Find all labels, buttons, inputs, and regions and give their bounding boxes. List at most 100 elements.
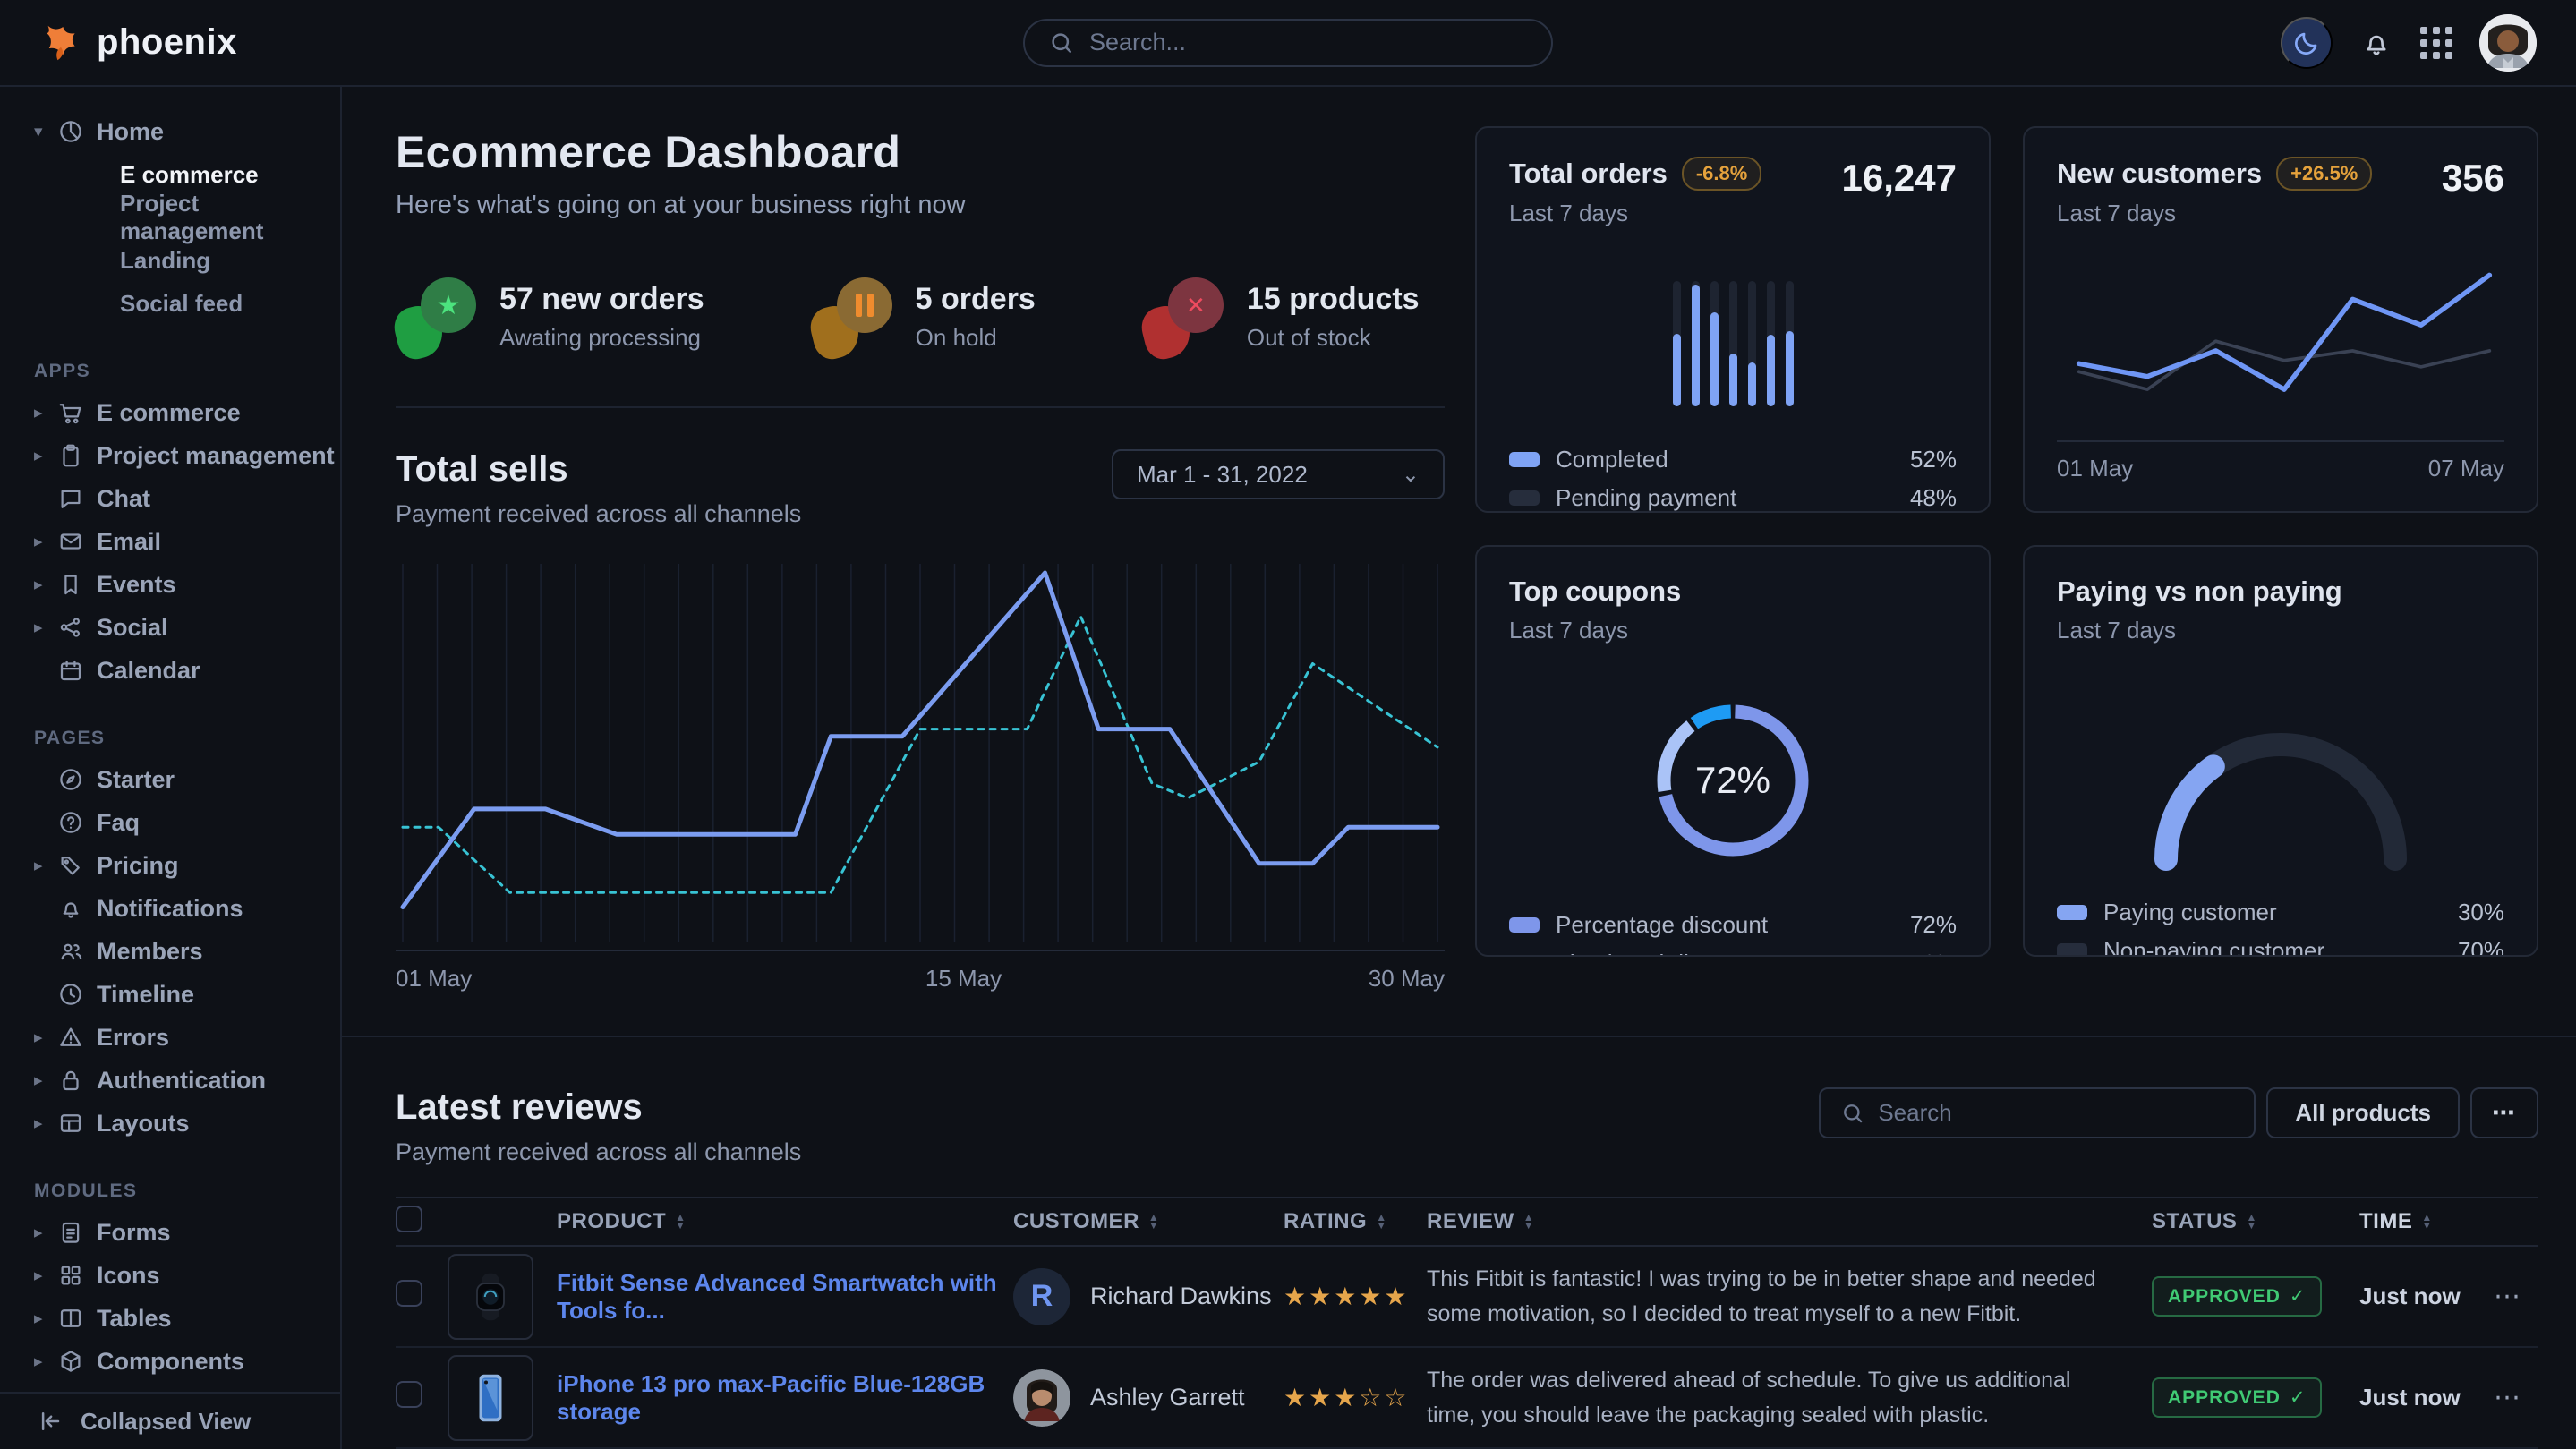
- sidebar-item-e-commerce[interactable]: ▸E commerce: [0, 391, 340, 434]
- new-customers-card: New customers +26.5% Last 7 days 356 01 …: [2023, 126, 2538, 513]
- row-checkbox[interactable]: [396, 1280, 422, 1307]
- row-menu-button[interactable]: ⋯: [2476, 1281, 2521, 1312]
- chevron-down-icon: ⌄: [1402, 462, 1420, 488]
- chevron-icon: ▸: [34, 403, 57, 423]
- customer-avatar[interactable]: [1013, 1369, 1070, 1427]
- column-header-label: REVIEW: [1427, 1209, 1514, 1234]
- envelope-icon: [57, 528, 97, 555]
- notifications-button[interactable]: [2359, 26, 2393, 60]
- status-badge: APPROVED✓: [2152, 1276, 2322, 1317]
- clock-icon: [57, 981, 97, 1008]
- sidebar-item-events[interactable]: ▸Events: [0, 563, 340, 606]
- x-label-end: 07 May: [2428, 455, 2504, 482]
- sidebar-item-pricing[interactable]: ▸Pricing: [0, 844, 340, 887]
- sidebar-item-chat[interactable]: Chat: [0, 477, 340, 520]
- column-header-rating[interactable]: RATING▲▼: [1284, 1209, 1427, 1234]
- legend-swatch: [1509, 956, 1540, 957]
- order-bar: [1786, 281, 1794, 406]
- search-input[interactable]: [1089, 29, 1528, 56]
- sidebar-subitem-project-management[interactable]: Project management: [0, 196, 340, 239]
- sidebar-item-label: Errors: [97, 1024, 169, 1052]
- sidebar-item-home[interactable]: ▾Home: [0, 110, 340, 153]
- user-avatar[interactable]: [2479, 14, 2537, 72]
- lock-icon: [57, 1067, 97, 1094]
- paying-card: Paying vs non paying Last 7 days Paying …: [2023, 545, 2538, 957]
- status-badge: APPROVED✓: [2152, 1377, 2322, 1418]
- customer-avatar[interactable]: R: [1013, 1268, 1070, 1325]
- stat-text: 57 new ordersAwating processing: [499, 282, 704, 352]
- product-link[interactable]: Fitbit Sense Advanced Smartwatch with To…: [557, 1269, 1013, 1325]
- date-range-select[interactable]: Mar 1 - 31, 2022 ⌄: [1112, 449, 1445, 499]
- top-coupons-period: Last 7 days: [1509, 617, 1957, 644]
- share-icon: [57, 614, 97, 641]
- chevron-icon: ▸: [34, 575, 57, 595]
- status-label: APPROVED: [2168, 1286, 2281, 1308]
- all-products-button[interactable]: All products: [2266, 1087, 2460, 1138]
- product-cell: Fitbit Sense Advanced Smartwatch with To…: [448, 1254, 1013, 1340]
- product-thumbnail[interactable]: [448, 1254, 533, 1340]
- stat-red: ✕15 productsOut of stock: [1143, 276, 1420, 358]
- question-icon: [57, 809, 97, 836]
- sidebar-item-notifications[interactable]: Notifications: [0, 887, 340, 930]
- review-cell: The order was delivered ahead of schedul…: [1427, 1363, 2152, 1433]
- stat-green: ★57 new ordersAwating processing: [396, 276, 704, 358]
- column-header-customer[interactable]: CUSTOMER▲▼: [1013, 1209, 1284, 1234]
- chevron-icon: ▸: [34, 1308, 57, 1329]
- main-content: Ecommerce Dashboard Here's what's going …: [342, 87, 2576, 1449]
- table-icon: [57, 1305, 97, 1332]
- apps-grid-button[interactable]: [2420, 27, 2452, 59]
- customer-cell: Ashley Garrett: [1013, 1369, 1284, 1427]
- paying-gauge-chart: [2127, 702, 2435, 872]
- sidebar-item-social[interactable]: ▸Social: [0, 606, 340, 649]
- legend-label: Non-paying customer: [2103, 937, 2324, 957]
- sidebar-item-calendar[interactable]: Calendar: [0, 649, 340, 692]
- product-thumbnail[interactable]: [448, 1355, 533, 1441]
- legend-value: 52%: [1910, 446, 1957, 473]
- paying-title: Paying vs non paying: [2057, 575, 2504, 608]
- chevron-icon: ▸: [34, 446, 57, 466]
- sidebar-item-components[interactable]: ▸Components: [0, 1340, 340, 1383]
- sidebar-item-authentication[interactable]: ▸Authentication: [0, 1059, 340, 1102]
- row-checkbox[interactable]: [396, 1381, 422, 1408]
- legend-value: 18%: [1910, 950, 1957, 957]
- sidebar-item-errors[interactable]: ▸Errors: [0, 1016, 340, 1059]
- reviews-search[interactable]: [1819, 1087, 2256, 1138]
- sidebar-item-label: Project management: [97, 442, 335, 470]
- customer-cell: RRichard Dawkins: [1013, 1268, 1284, 1325]
- sidebar-subitem-social-feed[interactable]: Social feed: [0, 282, 340, 325]
- column-header-time[interactable]: TIME▲▼: [2359, 1209, 2476, 1234]
- coupons-legend: Percentage discount72%Fixed card discoun…: [1509, 911, 1957, 957]
- theme-toggle-button[interactable]: [2281, 17, 2333, 69]
- brand[interactable]: phoenix: [39, 21, 237, 64]
- sidebar-item-starter[interactable]: Starter: [0, 758, 340, 801]
- sidebar-item-timeline[interactable]: Timeline: [0, 973, 340, 1016]
- sidebar-item-label: Social: [97, 614, 168, 642]
- compass-icon: [57, 766, 97, 793]
- reviews-search-input[interactable]: [1878, 1099, 2234, 1127]
- legend-item: Percentage discount72%: [1509, 911, 1957, 939]
- column-header-review[interactable]: REVIEW▲▼: [1427, 1209, 2152, 1234]
- column-header-status[interactable]: STATUS▲▼: [2152, 1209, 2359, 1234]
- orders-legend: Completed52%Pending payment48%: [1509, 446, 1957, 512]
- reviews-menu-button[interactable]: ⋯: [2470, 1087, 2538, 1138]
- column-header-product[interactable]: PRODUCT▲▼: [448, 1209, 1013, 1234]
- collapsed-view-toggle[interactable]: Collapsed View: [0, 1392, 340, 1449]
- sidebar-item-forms[interactable]: ▸Forms: [0, 1211, 340, 1254]
- customers-x-axis: 01 May 07 May: [2057, 440, 2504, 482]
- select-all-checkbox[interactable]: [396, 1206, 422, 1232]
- rating-cell: ★★★☆☆: [1284, 1383, 1427, 1412]
- sidebar-item-members[interactable]: Members: [0, 930, 340, 973]
- sidebar-item-layouts[interactable]: ▸Layouts: [0, 1102, 340, 1145]
- stat-caption: Out of stock: [1247, 324, 1420, 352]
- row-menu-button[interactable]: ⋯: [2476, 1382, 2521, 1413]
- legend-label: Paying customer: [2103, 899, 2277, 926]
- sidebar-item-project-management[interactable]: ▸ Project management: [0, 434, 340, 477]
- sidebar-item-tables[interactable]: ▸Tables: [0, 1297, 340, 1340]
- top-navbar: phoenix: [0, 0, 2576, 87]
- sidebar-item-icons[interactable]: ▸Icons: [0, 1254, 340, 1297]
- sidebar-subitem-landing[interactable]: Landing: [0, 239, 340, 282]
- sidebar-item-faq[interactable]: Faq: [0, 801, 340, 844]
- sidebar-item-email[interactable]: ▸Email: [0, 520, 340, 563]
- global-search[interactable]: [1023, 19, 1553, 67]
- product-link[interactable]: iPhone 13 pro max-Pacific Blue-128GB sto…: [557, 1370, 1013, 1426]
